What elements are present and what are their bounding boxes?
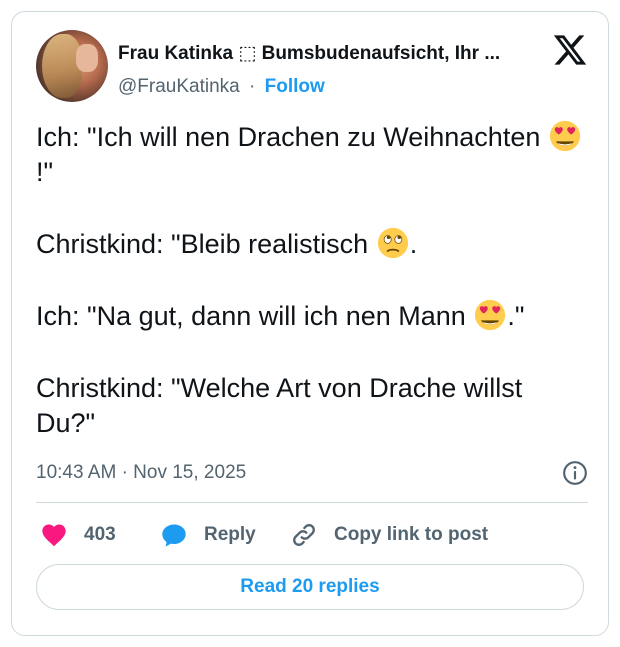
follow-link[interactable]: Follow	[265, 76, 325, 97]
link-icon	[293, 524, 315, 546]
avatar[interactable]	[36, 30, 108, 102]
tweet-paragraph: Christkind: "Welche Art von Drache wills…	[36, 371, 588, 441]
tweet-date: Nov 15, 2025	[133, 462, 247, 483]
reply-bubble-icon	[162, 524, 186, 547]
tweet-text: Christkind: "Bleib realistisch	[36, 229, 376, 259]
like-button[interactable]: 403	[40, 520, 116, 550]
eye-roll-emoji-icon	[377, 227, 408, 259]
tweet-text: Ich: "Na gut, dann will ich nen Mann	[36, 301, 474, 331]
tweet-text: !"	[36, 157, 54, 187]
info-icon[interactable]	[562, 460, 588, 486]
avatar-hand	[76, 44, 98, 72]
copy-link-button[interactable]: Copy link to post	[290, 520, 488, 550]
reply-button[interactable]: Reply	[160, 520, 256, 550]
tweet-card: Frau Katinka ⬚ Bumsbudenaufsicht, Ihr ..…	[11, 11, 609, 636]
avatar-hair	[42, 34, 82, 98]
reply-label: Reply	[204, 524, 256, 545]
tweet-paragraph: Ich: "Na gut, dann will ich nen Mann ."	[36, 299, 588, 334]
heart-icon	[42, 524, 66, 547]
tweet-text: .	[409, 229, 418, 259]
handle-separator: ·	[249, 76, 256, 97]
heart-eyes-emoji-icon	[475, 299, 506, 331]
divider	[36, 502, 588, 503]
timestamp-link[interactable]: 10:43 AM · Nov 15, 2025	[36, 462, 246, 484]
tweet-paragraph: Christkind: "Bleib realistisch .	[36, 227, 588, 262]
tweet-body: Ich: "Ich will nen Drachen zu Weihnachte…	[36, 120, 588, 441]
action-bar: 403 Reply Copy link to post	[36, 520, 588, 550]
tweet-text: Christkind: "Welche Art von Drache wills…	[36, 373, 523, 438]
tweet-time: 10:43 AM	[36, 462, 117, 483]
tweet-paragraph: Ich: "Ich will nen Drachen zu Weihnachte…	[36, 120, 588, 190]
read-replies-button[interactable]: Read 20 replies	[36, 564, 584, 610]
author-display-name[interactable]: Frau Katinka ⬚ Bumsbudenaufsicht, Ihr ..…	[118, 42, 538, 65]
tweet-text: Ich: "Ich will nen Drachen zu Weihnachte…	[36, 122, 548, 152]
tweet-header: Frau Katinka ⬚ Bumsbudenaufsicht, Ihr ..…	[36, 30, 588, 106]
heart-eyes-emoji-icon	[549, 120, 580, 152]
x-logo-icon[interactable]	[552, 32, 588, 68]
handle-row: @FrauKatinka · Follow	[118, 76, 325, 98]
time-separator: ·	[121, 462, 128, 483]
copy-link-label: Copy link to post	[334, 524, 489, 545]
timestamp-row: 10:43 AM · Nov 15, 2025	[36, 460, 588, 488]
like-count: 403	[84, 524, 116, 545]
author-handle[interactable]: @FrauKatinka	[118, 76, 240, 97]
tweet-text: ."	[507, 301, 525, 331]
